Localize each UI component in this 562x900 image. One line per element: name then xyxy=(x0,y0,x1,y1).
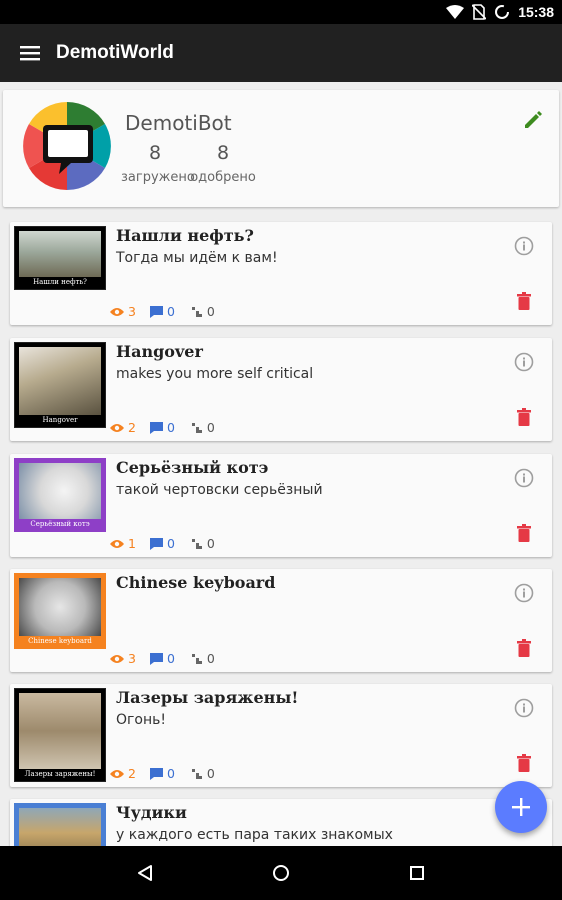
thumbnail-caption: Серьёзный котэ xyxy=(30,520,90,528)
add-post-button[interactable] xyxy=(495,781,547,833)
avatar[interactable] xyxy=(23,102,111,190)
views-stat: 3 xyxy=(110,651,136,666)
thumbnail-caption: Chinese keyboard xyxy=(28,637,92,645)
comment-icon xyxy=(149,652,163,665)
info-icon[interactable] xyxy=(514,236,534,261)
views-stat: 3 xyxy=(110,304,136,319)
post-card[interactable]: Чудики у каждого есть пара таких знакомы… xyxy=(10,799,552,846)
status-bar: 15:38 xyxy=(0,0,562,24)
post-stats: 2 0 0 xyxy=(110,420,215,435)
thumbs-icon xyxy=(188,422,202,433)
home-icon[interactable] xyxy=(261,853,301,893)
back-icon[interactable] xyxy=(125,853,165,893)
status-time: 15:38 xyxy=(518,4,554,20)
eye-icon xyxy=(110,307,124,316)
wifi-icon xyxy=(446,5,465,19)
comments-stat: 0 xyxy=(149,420,175,435)
thumbnail-caption: Hangover xyxy=(42,416,78,424)
post-thumbnail[interactable]: Серьёзный котэ xyxy=(14,458,106,532)
post-title: Лазеры заряжены! xyxy=(116,688,299,707)
post-thumbnail[interactable]: Chinese keyboard xyxy=(14,573,106,649)
thumbnail-caption: Лазеры заряжены! xyxy=(24,770,96,778)
app-title: DemotiWorld xyxy=(56,42,174,63)
post-stats: 3 0 0 xyxy=(110,304,215,319)
info-icon[interactable] xyxy=(514,352,534,377)
post-title: Нашли нефть? xyxy=(116,226,254,245)
delete-icon[interactable] xyxy=(516,754,532,777)
eye-icon xyxy=(110,769,124,778)
post-thumbnail[interactable]: Лазеры заряжены! xyxy=(14,688,106,782)
no-sim-icon xyxy=(472,4,487,20)
approved-label: одобрено xyxy=(190,170,256,185)
comment-icon xyxy=(149,767,163,780)
profile-card: DemotiBot 8 загружено 8 одобрено xyxy=(3,90,559,207)
approved-stat: 8 одобрено xyxy=(189,142,257,185)
recents-icon[interactable] xyxy=(397,853,437,893)
views-stat: 2 xyxy=(110,766,136,781)
thumbs-icon xyxy=(188,653,202,664)
plus-icon xyxy=(512,798,530,816)
post-card[interactable]: Лазеры заряжены! Лазеры заряжены! Огонь!… xyxy=(10,684,552,787)
delete-icon[interactable] xyxy=(516,524,532,547)
comments-stat: 0 xyxy=(149,651,175,666)
post-subtitle: Тогда мы идём к вам! xyxy=(116,250,278,266)
post-stats: 2 0 0 xyxy=(110,766,215,781)
post-subtitle: Огонь! xyxy=(116,712,166,728)
uploaded-label: загружено xyxy=(121,170,195,185)
content-list[interactable]: DemotiBot 8 загружено 8 одобрено Нашли н… xyxy=(0,82,562,846)
likes-stat: 0 xyxy=(188,304,215,319)
eye-icon xyxy=(110,539,124,548)
comments-stat: 0 xyxy=(149,536,175,551)
post-subtitle: такой чертовски серьёзный xyxy=(116,482,323,498)
thumbnail-caption: Нашли нефть? xyxy=(33,278,87,286)
info-icon[interactable] xyxy=(514,468,534,493)
post-title: Hangover xyxy=(116,342,203,361)
post-card[interactable]: Hangover Hangover makes you more self cr… xyxy=(10,338,552,441)
comment-icon xyxy=(149,537,163,550)
nav-bar xyxy=(0,846,562,900)
thumbs-icon xyxy=(188,768,202,779)
thumbs-icon xyxy=(188,538,202,549)
approved-count: 8 xyxy=(216,142,230,164)
info-icon[interactable] xyxy=(514,583,534,608)
eye-icon xyxy=(110,423,124,432)
post-title: Chinese keyboard xyxy=(116,573,276,592)
battery-charging-icon xyxy=(494,4,510,20)
views-stat: 1 xyxy=(110,536,136,551)
comment-icon xyxy=(149,421,163,434)
post-stats: 1 0 0 xyxy=(110,536,215,551)
eye-icon xyxy=(110,654,124,663)
likes-stat: 0 xyxy=(188,536,215,551)
comments-stat: 0 xyxy=(149,766,175,781)
delete-icon[interactable] xyxy=(516,292,532,315)
profile-name: DemotiBot xyxy=(125,111,232,135)
post-subtitle: makes you more self critical xyxy=(116,366,314,382)
uploaded-stat: 8 загружено xyxy=(121,142,195,185)
comments-stat: 0 xyxy=(149,304,175,319)
delete-icon[interactable] xyxy=(516,408,532,431)
views-stat: 2 xyxy=(110,420,136,435)
post-card[interactable]: Серьёзный котэ Серьёзный котэ такой черт… xyxy=(10,454,552,557)
post-subtitle: у каждого есть пара таких знакомых xyxy=(116,827,393,843)
post-thumbnail[interactable] xyxy=(14,803,106,846)
pencil-icon[interactable] xyxy=(523,110,543,135)
comment-icon xyxy=(149,305,163,318)
post-title: Чудики xyxy=(116,803,187,822)
info-icon[interactable] xyxy=(514,698,534,723)
likes-stat: 0 xyxy=(188,420,215,435)
uploaded-count: 8 xyxy=(148,142,162,164)
delete-icon[interactable] xyxy=(516,639,532,662)
likes-stat: 0 xyxy=(188,651,215,666)
post-thumbnail[interactable]: Нашли нефть? xyxy=(14,226,106,290)
likes-stat: 0 xyxy=(188,766,215,781)
post-stats: 3 0 0 xyxy=(110,651,215,666)
post-title: Серьёзный котэ xyxy=(116,458,269,477)
thumbs-icon xyxy=(188,306,202,317)
post-thumbnail[interactable]: Hangover xyxy=(14,342,106,428)
post-card[interactable]: Chinese keyboard Chinese keyboard 3 0 0 xyxy=(10,569,552,672)
app-bar: DemotiWorld xyxy=(0,24,562,82)
post-card[interactable]: Нашли нефть? Нашли нефть? Тогда мы идём … xyxy=(10,222,552,325)
hamburger-menu-icon[interactable] xyxy=(0,24,60,82)
